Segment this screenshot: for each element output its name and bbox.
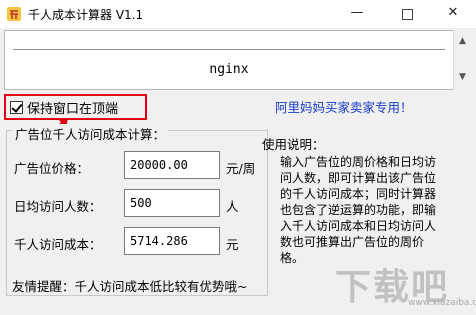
daily-visitors-input[interactable]: 500	[124, 189, 220, 217]
maximize-button[interactable]	[390, 0, 424, 28]
cpm-unit: 元	[226, 237, 239, 252]
help-text: 输入广告位的周价格和日均访问人数，即可计算出该广告位的千人访问成本；同时计算器也…	[280, 155, 437, 265]
daily-visitors-unit: 人	[226, 199, 239, 214]
promo-text: 阿里妈妈买家卖家专用！	[275, 100, 413, 115]
scroll-down-icon[interactable]: ▼	[454, 72, 471, 82]
close-button[interactable]: ✕	[436, 0, 470, 28]
minimize-button[interactable]: —	[340, 0, 374, 28]
minimize-icon: —	[350, 5, 364, 20]
cpm-input[interactable]: 5714.286	[124, 227, 220, 255]
close-icon: ✕	[447, 5, 459, 20]
banner-panel: nginx	[4, 30, 454, 90]
title-bar: 千人成本计算器 V1.1 — ✕	[0, 0, 476, 28]
friendly-hint: 友情提醒：千人访问成本低比较有优势哦~	[12, 279, 248, 294]
cpm-label: 千人访问成本：	[14, 237, 102, 252]
banner-scrollbar[interactable]: ▲ ▼	[453, 30, 471, 90]
scroll-up-icon[interactable]: ▲	[454, 36, 471, 46]
banner-divider	[13, 49, 445, 50]
help-title: 使用说明：	[262, 137, 325, 152]
banner-text: nginx	[209, 62, 249, 77]
ad-price-input[interactable]: 20000.00	[124, 151, 220, 179]
app-icon	[7, 7, 21, 21]
daily-visitors-label: 日均访问人数：	[14, 199, 102, 214]
ad-price-label: 广告位价格：	[14, 161, 90, 176]
maximize-icon	[401, 9, 413, 20]
ad-price-unit: 元/周	[226, 161, 256, 176]
calculator-group-title: 广告位千人访问成本计算：	[12, 124, 169, 143]
watermark-url: www.xiazaiba.com	[408, 298, 476, 308]
window-title: 千人成本计算器 V1.1	[28, 8, 144, 22]
